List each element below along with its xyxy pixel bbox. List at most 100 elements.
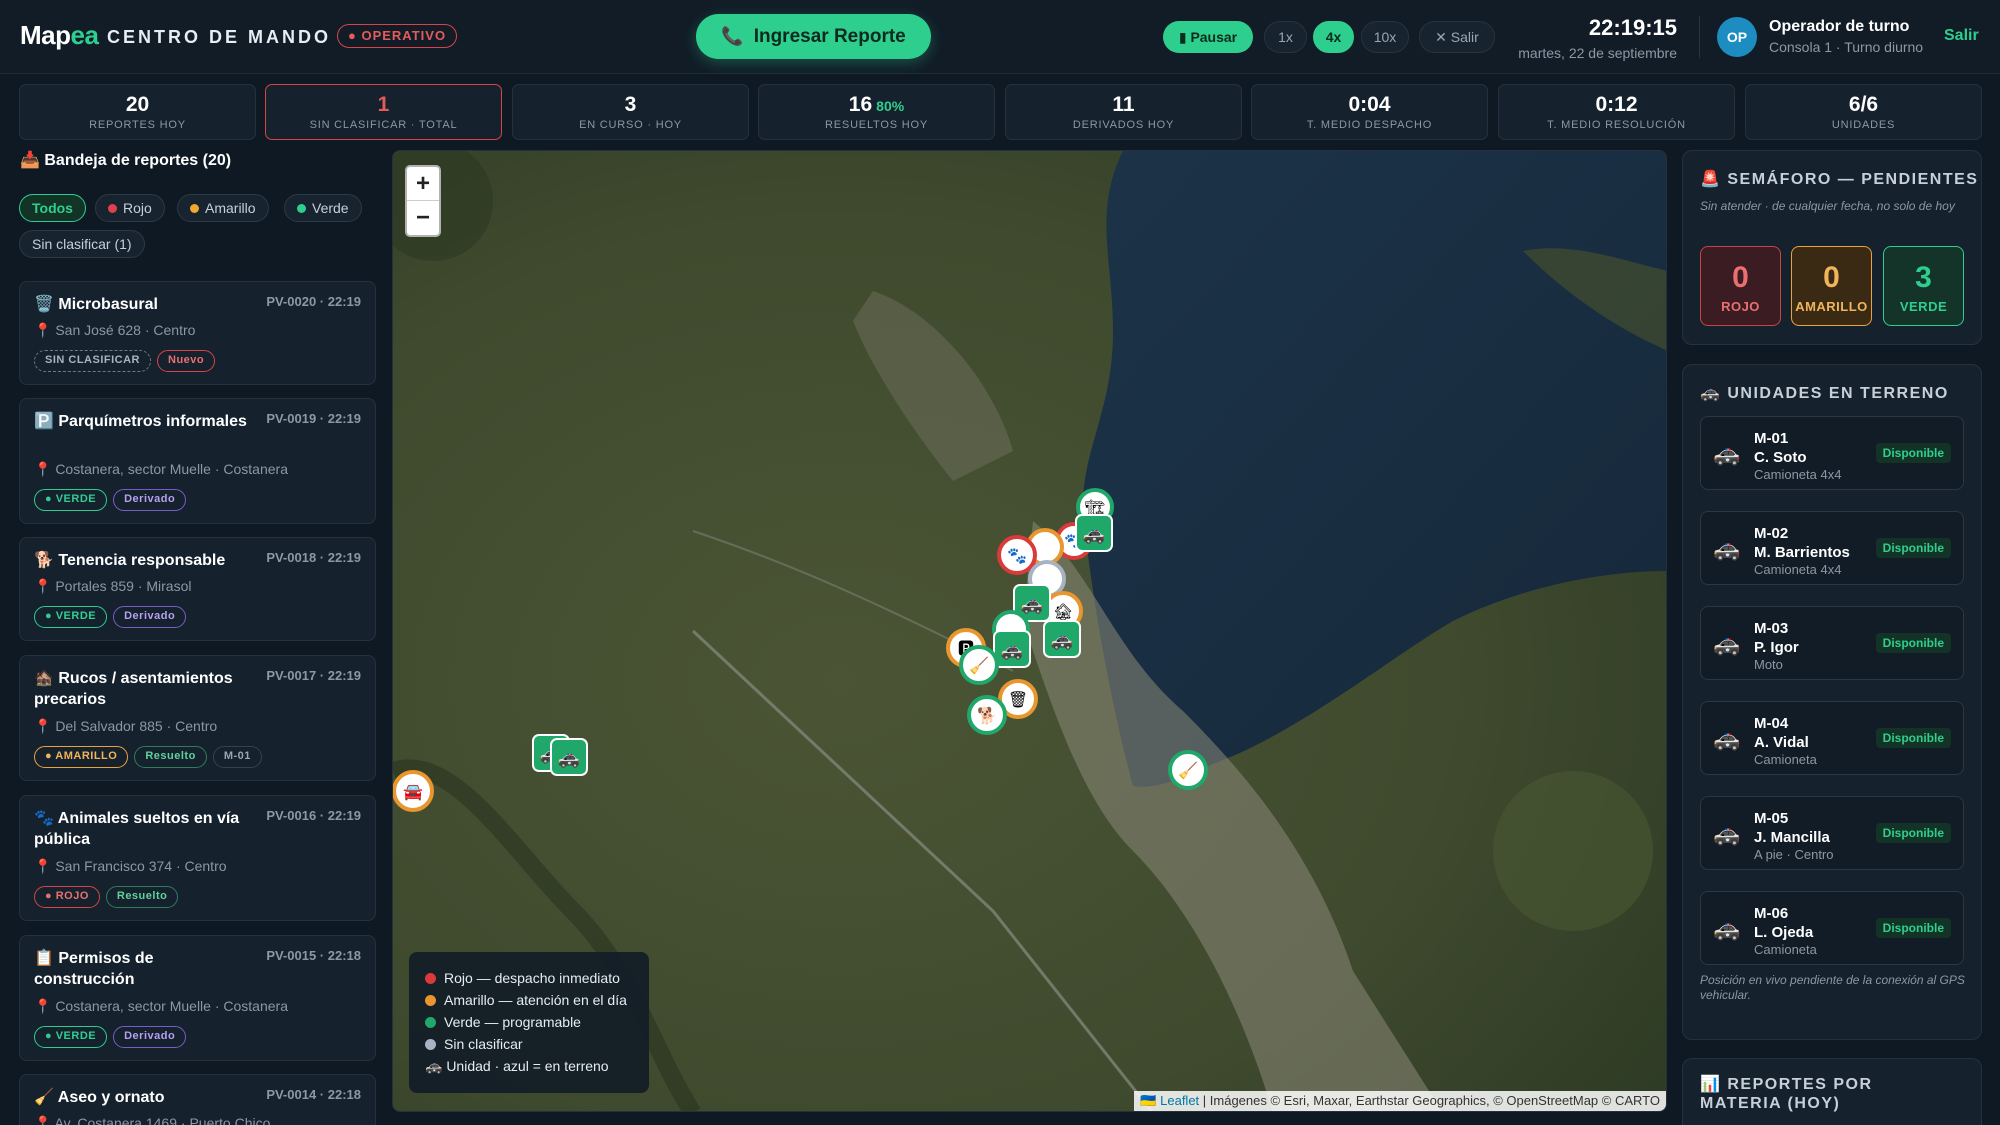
report-card-pv0019[interactable]: 🅿️ Parquímetros informales PV-0019 · 22:…	[19, 398, 376, 524]
report-address: 📍 San José 628 · Centro	[34, 322, 196, 338]
tag-verde: ● VERDE	[34, 489, 108, 511]
green-dot-icon	[425, 1017, 436, 1028]
unit-card-m03[interactable]: 🚓 M-03 P. Igor Moto Disponible	[1700, 606, 1964, 680]
filter-rojo[interactable]: Rojo	[95, 194, 165, 222]
map-marker-report-orange[interactable]: 🚘	[393, 770, 434, 812]
report-card-pv0020[interactable]: 🗑️ Microbasural PV-0020 · 22:19 📍 San Jo…	[19, 281, 376, 385]
map-marker-report-green[interactable]: 🐕	[967, 695, 1007, 735]
report-id: PV-0014 · 22:18	[266, 1087, 361, 1102]
map-marker-unit[interactable]: 🚓	[993, 630, 1031, 668]
unit-type: Camioneta 4x4	[1754, 562, 1842, 577]
status-badge: ● OPERATIVO	[337, 24, 458, 48]
svg-text:🏚: 🏚	[1053, 603, 1073, 621]
report-tags: ● ROJO Resuelto	[34, 886, 184, 908]
stat-value: 6/6	[1848, 93, 1879, 116]
map-marker-unit[interactable]: 🚓	[1043, 620, 1081, 658]
trash-icon: 🗑️	[34, 296, 54, 313]
filter-unclassified[interactable]: Sin clasificar (1)	[19, 230, 145, 258]
map-marker-report-green[interactable]: 🧹	[959, 645, 999, 685]
app-logo[interactable]: Mapea	[20, 20, 99, 51]
unit-card-m02[interactable]: 🚓 M-02 M. Barrientos Camioneta 4x4 Dispon…	[1700, 511, 1964, 585]
unit-card-m04[interactable]: 🚓 M-04 A. Vidal Camioneta Disponible	[1700, 701, 1964, 775]
top-bar: Mapea CENTRO DE MANDO ● OPERATIVO 📞 Ingre…	[0, 0, 2000, 74]
filter-all[interactable]: Todos	[19, 194, 86, 222]
unit-status-badge: Disponible	[1875, 538, 1951, 558]
report-card-pv0014[interactable]: 🧹 Aseo y ornato PV-0014 · 22:18 📍 Av. Co…	[19, 1074, 376, 1125]
parking-icon: 🅿️	[34, 413, 54, 430]
car-icon: 🚓	[1713, 821, 1741, 846]
map-marker-report-red[interactable]: 🐾	[997, 535, 1037, 575]
page-title: CENTRO DE MANDO	[107, 27, 331, 47]
report-id: PV-0017 · 22:19	[266, 668, 361, 683]
unit-type: Camioneta 4x4	[1754, 467, 1842, 482]
stat-percent: 80%	[876, 98, 905, 114]
report-address: 📍 Del Salvador 885 · Centro	[34, 718, 218, 734]
map-marker-unit[interactable]: 🚓	[550, 738, 588, 776]
stat-value: 20	[125, 93, 150, 116]
stat-label: RESUELTOS HOY	[825, 119, 928, 131]
clock-time: 22:19:15	[1588, 15, 1677, 40]
paw-icon: 🐾	[34, 810, 54, 827]
semaforo-amarillo[interactable]: 0 AMARILLO	[1791, 246, 1872, 326]
map-legend: Rojo — despacho inmediato Amarillo — ate…	[409, 952, 649, 1093]
tag-rojo: ● ROJO	[34, 886, 100, 908]
semaforo-title: 🚨 SEMÁFORO — PENDIENTES	[1700, 171, 1979, 188]
tag-derived: Derivado	[113, 489, 187, 511]
report-button[interactable]: 📞 Ingresar Reporte	[696, 14, 931, 59]
semaforo-panel: 🚨 SEMÁFORO — PENDIENTES Sin atender · de…	[1682, 150, 1982, 345]
report-tags: ● VERDE Derivado	[34, 1026, 192, 1048]
inbox-title: 📥 Bandeja de reportes (20)	[20, 152, 232, 169]
semaforo-label: AMARILLO	[1795, 299, 1868, 314]
tag-unclassified: SIN CLASIFICAR	[34, 350, 151, 372]
semaforo-verde[interactable]: 3 VERDE	[1883, 246, 1964, 326]
tag-verde: ● VERDE	[34, 606, 108, 628]
stat-unclassified[interactable]: 1 SIN CLASIFICAR · TOTAL	[265, 84, 502, 140]
leaflet-link[interactable]: 🇺🇦 Leaflet	[1140, 1093, 1199, 1108]
map-marker-unit[interactable]: 🚓	[1075, 514, 1113, 552]
report-address: 📍 Costanera, sector Muelle · Costanera	[34, 998, 288, 1014]
report-card-pv0015[interactable]: 📋 Permisos de construcción PV-0015 · 22:…	[19, 935, 376, 1061]
semaforo-count: 3	[1915, 261, 1932, 294]
speed-10x-button[interactable]: 10x	[1361, 21, 1409, 53]
unit-status-badge: Disponible	[1875, 443, 1951, 463]
report-title: 🏚️ Rucos / asentamientos precarios	[34, 670, 233, 708]
semaforo-count: 0	[1823, 261, 1840, 294]
unit-id: M-01 C. Soto	[1754, 430, 1807, 466]
report-card-pv0018[interactable]: 🐕 Tenencia responsable PV-0018 · 22:19 📍…	[19, 537, 376, 641]
svg-text:🧹: 🧹	[969, 656, 989, 675]
materia-title: 📊 REPORTES POR MATERIA (HOY)	[1700, 1076, 1873, 1112]
red-dot-icon	[425, 973, 436, 984]
unit-card-m06[interactable]: 🚓 M-06 L. Ojeda Camioneta Disponible	[1700, 891, 1964, 965]
speed-4x-button[interactable]: 4x	[1313, 21, 1354, 53]
stat-value: 3	[624, 93, 637, 116]
logout-link[interactable]: Salir	[1944, 27, 1979, 45]
report-card-pv0016[interactable]: 🐾 Animales sueltos en vía pública PV-001…	[19, 795, 376, 921]
semaforo-rojo[interactable]: 0 ROJO	[1700, 246, 1781, 326]
broom-icon: 🧹	[34, 1089, 54, 1106]
svg-text:🚓: 🚓	[1001, 640, 1023, 660]
pause-button[interactable]: ▮ Pausar	[1163, 21, 1253, 53]
unit-card-m01[interactable]: 🚓 M-01 C. Soto Camioneta 4x4 Disponible	[1700, 416, 1964, 490]
avatar[interactable]: OP	[1717, 17, 1757, 57]
filter-verde[interactable]: Verde	[284, 194, 362, 222]
report-title: 📋 Permisos de construcción	[34, 950, 154, 988]
phone-icon: 📞	[721, 26, 744, 46]
shack-icon: 🏚️	[34, 670, 54, 687]
exit-simulation-button[interactable]: ✕ Salir	[1419, 21, 1495, 53]
map-marker-report-green[interactable]: 🧹	[1168, 750, 1208, 790]
car-icon: 🚓	[1713, 536, 1741, 561]
stat-reports-today: 20 REPORTES HOY	[19, 84, 256, 140]
unit-card-m05[interactable]: 🚓 M-05 J. Mancilla A pie · Centro Disponi…	[1700, 796, 1964, 870]
unit-id: M-05 J. Mancilla	[1754, 810, 1830, 846]
header-divider	[1699, 16, 1700, 58]
map[interactable]: 🏗 🐾 🐾 🚓 🏚 🚓 🚓 🅿 🚓 🧹 🗑 🐕 🧹 🚓 🚓 🚘 + − Rojo…	[392, 150, 1667, 1112]
speed-1x-button[interactable]: 1x	[1264, 21, 1307, 53]
zoom-in-button[interactable]: +	[407, 167, 439, 201]
filter-amarillo[interactable]: Amarillo	[177, 194, 269, 222]
zoom-out-button[interactable]: −	[407, 201, 439, 235]
clock: 22:19:15 martes, 22 de septiembre	[1518, 15, 1677, 61]
stat-value: 0:04	[1348, 93, 1391, 116]
svg-text:🐕: 🐕	[977, 706, 997, 725]
report-card-pv0017[interactable]: 🏚️ Rucos / asentamientos precarios PV-00…	[19, 655, 376, 781]
unit-id: M-06 L. Ojeda	[1754, 905, 1814, 941]
